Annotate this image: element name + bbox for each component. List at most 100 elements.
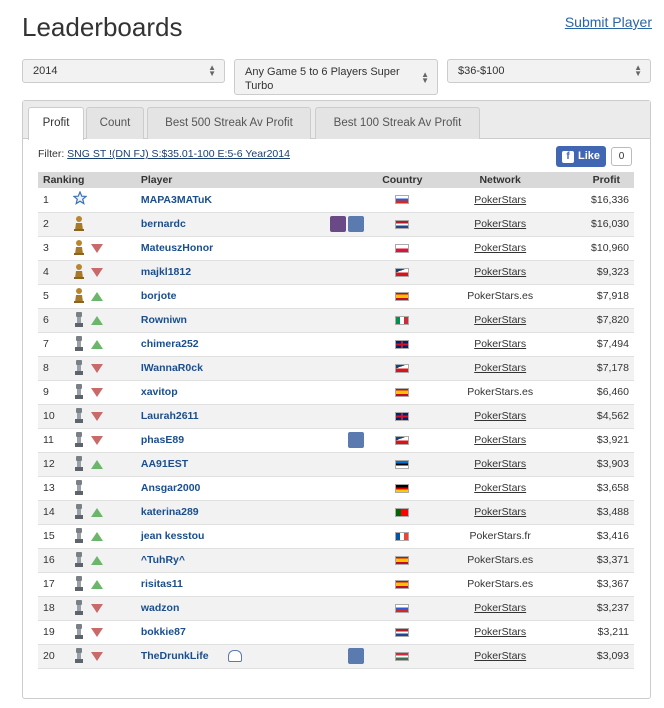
table-row: 6 Rowniwn PokerStars $7,820 — [38, 308, 634, 333]
player-link[interactable]: ^TuhRy^ — [141, 554, 185, 566]
filter-link[interactable]: SNG ST !(DN FJ) S:$35.01-100 E:5-6 Year2… — [67, 148, 290, 160]
silver-medal-icon — [73, 599, 85, 618]
player-link[interactable]: katerina289 — [141, 506, 199, 518]
submit-player-link[interactable]: Submit Player — [565, 14, 652, 30]
coach-badge-icon[interactable] — [348, 215, 365, 232]
network-link[interactable]: PokerStars — [474, 506, 526, 518]
network-cell: PokerStars — [440, 356, 560, 381]
tab-count[interactable]: Count — [86, 107, 144, 139]
trend-up-icon — [91, 291, 104, 301]
header-network[interactable]: Network — [440, 172, 560, 188]
rank-cell: 3 — [38, 236, 69, 261]
country-flag-icon — [395, 603, 410, 613]
network-cell: PokerStars — [440, 476, 560, 501]
tab-profit[interactable]: Profit — [28, 107, 84, 140]
country-flag-icon — [395, 363, 410, 373]
network-cell: PokerStars — [440, 644, 560, 669]
player-link[interactable]: Laurah2611 — [141, 410, 199, 422]
player-link[interactable]: IWannaR0ck — [141, 362, 203, 374]
network-link[interactable]: PokerStars — [474, 650, 526, 662]
player-link[interactable]: Ansgar2000 — [141, 482, 201, 494]
rank-icons — [68, 596, 136, 621]
network-badge-icon[interactable] — [330, 215, 347, 232]
silver-medal-icon — [73, 311, 85, 330]
table-row: 12 AA91EST PokerStars $3,903 — [38, 452, 634, 477]
silver-medal-icon — [73, 623, 85, 642]
year-select[interactable]: 2014 ▲ ▼ — [22, 59, 225, 83]
player-link[interactable]: jean kesstou — [141, 530, 205, 542]
profit-cell: $3,488 — [560, 500, 634, 525]
network-cell: PokerStars — [440, 620, 560, 645]
player-link[interactable]: bokkie87 — [141, 626, 186, 638]
network-link[interactable]: PokerStars — [474, 362, 526, 374]
buyin-select[interactable]: $36-$100 ▲ ▼ — [447, 59, 651, 83]
country-flag-icon — [395, 483, 410, 493]
rank-cell: 20 — [38, 644, 69, 669]
player-link[interactable]: bernardc — [141, 218, 186, 230]
table-row: 17 risitas11 PokerStars.es $3,367 — [38, 572, 634, 597]
player-link[interactable]: AA91EST — [141, 458, 188, 470]
page-title: Leaderboards — [22, 12, 183, 42]
header-country[interactable]: Country — [364, 172, 440, 188]
table-row: 10 Laurah2611 PokerStars $4,562 — [38, 404, 634, 429]
trend-up-icon — [91, 459, 104, 469]
network-link: PokerStars.es — [467, 290, 534, 302]
table-row: 18 wadzon PokerStars $3,237 — [38, 596, 634, 621]
table-row: 4 majkl1812 PokerStars $9,323 — [38, 260, 634, 285]
trend-down-icon — [91, 363, 104, 373]
player-link[interactable]: borjote — [141, 290, 177, 302]
trend-down-icon — [91, 267, 104, 277]
coach-badge-icon[interactable] — [348, 431, 365, 448]
player-link[interactable]: TheDrunkLife — [141, 650, 209, 662]
header-profit[interactable]: Profit — [560, 172, 634, 188]
network-cell: PokerStars.es — [440, 572, 560, 597]
trend-up-icon — [91, 339, 104, 349]
country-cell — [364, 356, 441, 381]
rank-cell: 9 — [38, 380, 69, 405]
rank-cell: 4 — [38, 260, 69, 285]
player-link[interactable]: Rowniwn — [141, 314, 187, 326]
network-cell: PokerStars.es — [440, 548, 560, 573]
coach-badge-icon[interactable] — [348, 647, 365, 664]
silver-medal-icon — [73, 503, 85, 522]
filter-line: Filter: SNG ST !(DN FJ) S:$35.01-100 E:5… — [38, 148, 290, 160]
game-select[interactable]: Any Game 5 to 6 Players Super Turbo ▲ ▼ — [234, 59, 438, 95]
network-link[interactable]: PokerStars — [474, 482, 526, 494]
player-link[interactable]: xavitop — [141, 386, 178, 398]
header-ranking[interactable]: Ranking — [38, 172, 136, 188]
table-row: 5 borjote PokerStars.es $7,918 — [38, 284, 634, 309]
network-link[interactable]: PokerStars — [474, 314, 526, 326]
network-link[interactable]: PokerStars — [474, 410, 526, 422]
network-link[interactable]: PokerStars — [474, 434, 526, 446]
network-cell: PokerStars — [440, 332, 560, 357]
network-link[interactable]: PokerStars — [474, 602, 526, 614]
player-link[interactable]: MateuszHonor — [141, 242, 213, 254]
network-link[interactable]: PokerStars — [474, 458, 526, 470]
player-link[interactable]: majkl1812 — [141, 266, 191, 278]
tab-best-100[interactable]: Best 100 Streak Av Profit — [315, 107, 480, 139]
player-link[interactable]: MAPA3MATuK — [141, 194, 212, 206]
rank-icons — [68, 236, 136, 261]
player-link[interactable]: risitas11 — [141, 578, 183, 590]
player-link[interactable]: wadzon — [141, 602, 180, 614]
table-row: 1 MAPA3MATuK PokerStars $16,336 — [38, 188, 634, 213]
trend-down-icon — [91, 411, 104, 421]
network-link[interactable]: PokerStars — [474, 266, 526, 278]
country-cell — [364, 500, 441, 525]
network-link[interactable]: PokerStars — [474, 626, 526, 638]
player-link[interactable]: phasE89 — [141, 434, 184, 446]
chat-badge-icon[interactable] — [227, 649, 242, 662]
facebook-like-button[interactable]: f Like — [556, 146, 606, 167]
network-link[interactable]: PokerStars — [474, 218, 526, 230]
tab-best-500[interactable]: Best 500 Streak Av Profit — [147, 107, 311, 139]
rank-cell: 13 — [38, 476, 69, 501]
rank-icons — [68, 260, 136, 285]
player-cell: chimera252 — [135, 332, 365, 357]
header-player[interactable]: Player — [136, 172, 364, 188]
rank-cell: 11 — [38, 428, 69, 453]
network-link[interactable]: PokerStars — [474, 338, 526, 350]
player-link[interactable]: chimera252 — [141, 338, 199, 350]
profit-cell: $4,562 — [560, 404, 634, 429]
network-link[interactable]: PokerStars — [474, 194, 526, 206]
network-link[interactable]: PokerStars — [474, 242, 526, 254]
